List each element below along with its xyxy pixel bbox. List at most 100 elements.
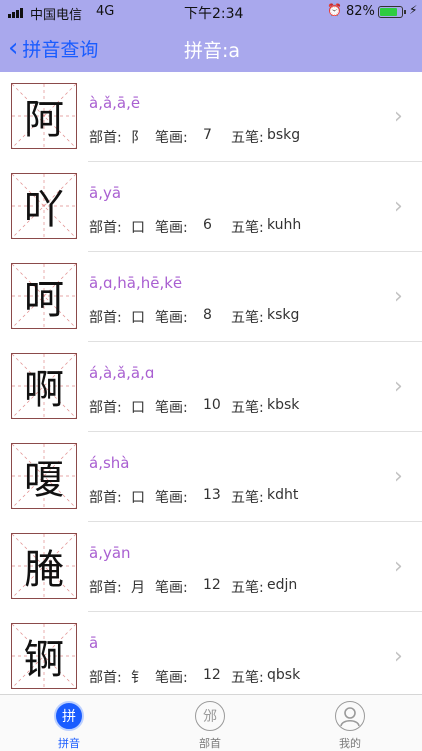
character: 阿 xyxy=(24,97,64,143)
character: 锕 xyxy=(24,637,64,683)
radical-label: 部首: xyxy=(89,490,122,506)
wubi-value: bskg xyxy=(267,127,301,143)
list-item[interactable]: 吖 ā,yā 部首: 口笔画: 6 五笔: kuhh › xyxy=(0,162,422,252)
back-label: 拼音查询 xyxy=(22,38,99,61)
character: 吖 xyxy=(24,187,64,233)
chevron-right-icon: › xyxy=(394,194,403,219)
strokes-value: 13 xyxy=(203,487,221,503)
character-grid: 锕 xyxy=(11,623,77,689)
nav-header: 中国电信 4G 下午2:34 ⏰ 82% ⚡ ‹ 拼音查询 拼音:a xyxy=(0,0,422,72)
list-item[interactable]: 啊 á,à,ǎ,ā,ɑ 部首: 口笔画: 10 五笔: kbsk › xyxy=(0,342,422,432)
strokes-value: 8 xyxy=(203,307,212,323)
pinyin-text: ā,yā xyxy=(89,184,122,202)
wubi-label: 五笔: xyxy=(231,670,264,686)
character: 嗄 xyxy=(24,457,64,503)
character-grid: 啊 xyxy=(11,353,77,419)
charging-icon: ⚡ xyxy=(409,3,418,17)
list-item[interactable]: 阿 à,ǎ,ā,ē 部首: 阝笔画: 7 五笔: bskg › xyxy=(0,72,422,162)
wubi-label: 五笔: xyxy=(231,130,264,146)
radical-value: 阝 xyxy=(131,130,145,146)
person-icon xyxy=(335,701,365,731)
character-grid: 呵 xyxy=(11,263,77,329)
tab-radical[interactable]: 邠 部首 xyxy=(171,695,251,751)
character: 啊 xyxy=(24,367,64,413)
strokes-label: 笔画: xyxy=(155,490,188,506)
radical-value: 口 xyxy=(131,490,145,506)
chevron-right-icon: › xyxy=(394,284,403,309)
strokes-label: 笔画: xyxy=(155,400,188,416)
strokes-value: 10 xyxy=(203,397,221,413)
radical-tab-icon: 邠 xyxy=(195,701,225,731)
pinyin-tab-icon: 拼 xyxy=(54,701,84,731)
chevron-right-icon: › xyxy=(394,554,403,579)
wubi-label: 五笔: xyxy=(231,220,264,236)
wubi-label: 五笔: xyxy=(231,580,264,596)
wubi-label: 五笔: xyxy=(231,490,264,506)
page-title: 拼音:a xyxy=(184,40,241,62)
strokes-label: 笔画: xyxy=(155,130,188,146)
radical-value: 月 xyxy=(131,580,145,596)
pinyin-text: à,ǎ,ā,ē xyxy=(89,94,141,112)
strokes-value: 12 xyxy=(203,667,221,683)
wubi-value: edjn xyxy=(267,577,298,593)
pinyin-text: ā xyxy=(89,634,99,652)
chevron-right-icon: › xyxy=(394,644,403,669)
pinyin-text: ā,ɑ,hā,hē,kē xyxy=(89,274,183,292)
alarm-icon: ⏰ xyxy=(327,3,342,17)
strokes-label: 笔画: xyxy=(155,220,188,236)
tab-label: 部首 xyxy=(199,737,221,750)
pinyin-text: ā,yān xyxy=(89,544,131,562)
list-item[interactable]: 锕 ā 部首: 钅笔画: 12 五笔: qbsk › xyxy=(0,612,422,694)
radical-label: 部首: xyxy=(89,220,122,236)
wubi-value: kdht xyxy=(267,487,299,503)
carrier-name: 中国电信 xyxy=(30,8,83,23)
strokes-label: 笔画: xyxy=(155,310,188,326)
chevron-right-icon: › xyxy=(394,374,403,399)
character-grid: 阿 xyxy=(11,83,77,149)
character-grid: 腌 xyxy=(11,533,77,599)
chevron-right-icon: › xyxy=(394,104,403,129)
chevron-left-icon: ‹ xyxy=(8,33,19,63)
wubi-label: 五笔: xyxy=(231,400,264,416)
tab-label: 我的 xyxy=(339,737,361,750)
radical-label: 部首: xyxy=(89,310,122,326)
radical-value: 口 xyxy=(131,400,145,416)
character: 腌 xyxy=(24,547,64,593)
status-bar: 中国电信 4G 下午2:34 ⏰ 82% ⚡ xyxy=(0,0,422,24)
pinyin-text: á,à,ǎ,ā,ɑ xyxy=(89,364,155,382)
radical-value: 钅 xyxy=(131,670,145,686)
wubi-value: kbsk xyxy=(267,397,300,413)
tab-pinyin[interactable]: 拼 拼音 xyxy=(30,695,110,751)
strokes-label: 笔画: xyxy=(155,580,188,596)
character: 呵 xyxy=(24,277,64,323)
list-item[interactable]: 腌 ā,yān 部首: 月笔画: 12 五笔: edjn › xyxy=(0,522,422,612)
clock: 下午2:34 xyxy=(184,6,244,22)
radical-label: 部首: xyxy=(89,670,122,686)
wubi-value: kuhh xyxy=(267,217,302,233)
radical-label: 部首: xyxy=(89,400,122,416)
battery-icon xyxy=(378,6,406,18)
strokes-label: 笔画: xyxy=(155,670,188,686)
network-type: 4G xyxy=(96,4,115,19)
strokes-value: 6 xyxy=(203,217,212,233)
battery-percent: 82% xyxy=(346,4,375,19)
tab-label: 拼音 xyxy=(58,737,80,750)
chevron-right-icon: › xyxy=(394,464,403,489)
list-item[interactable]: 嗄 á,shà 部首: 口笔画: 13 五笔: kdht › xyxy=(0,432,422,522)
wubi-value: qbsk xyxy=(267,667,301,683)
signal-icon xyxy=(8,7,23,18)
tab-bar: 拼 拼音 邠 部首 我的 xyxy=(0,694,422,751)
radical-label: 部首: xyxy=(89,130,122,146)
list-item[interactable]: 呵 ā,ɑ,hā,hē,kē 部首: 口笔画: 8 五笔: kskg › xyxy=(0,252,422,342)
wubi-label: 五笔: xyxy=(231,310,264,326)
character-grid: 吖 xyxy=(11,173,77,239)
strokes-value: 12 xyxy=(203,577,221,593)
radical-value: 口 xyxy=(131,220,145,236)
back-button[interactable]: ‹ 拼音查询 xyxy=(8,34,98,62)
character-list: 阿 à,ǎ,ā,ē 部首: 阝笔画: 7 五笔: bskg › 吖 ā,yā 部首: 口笔画: 6 五笔:… xyxy=(0,72,422,694)
strokes-value: 7 xyxy=(203,127,212,143)
radical-value: 口 xyxy=(131,310,145,326)
character-grid: 嗄 xyxy=(11,443,77,509)
pinyin-text: á,shà xyxy=(89,454,130,472)
tab-mine[interactable]: 我的 xyxy=(311,695,391,751)
